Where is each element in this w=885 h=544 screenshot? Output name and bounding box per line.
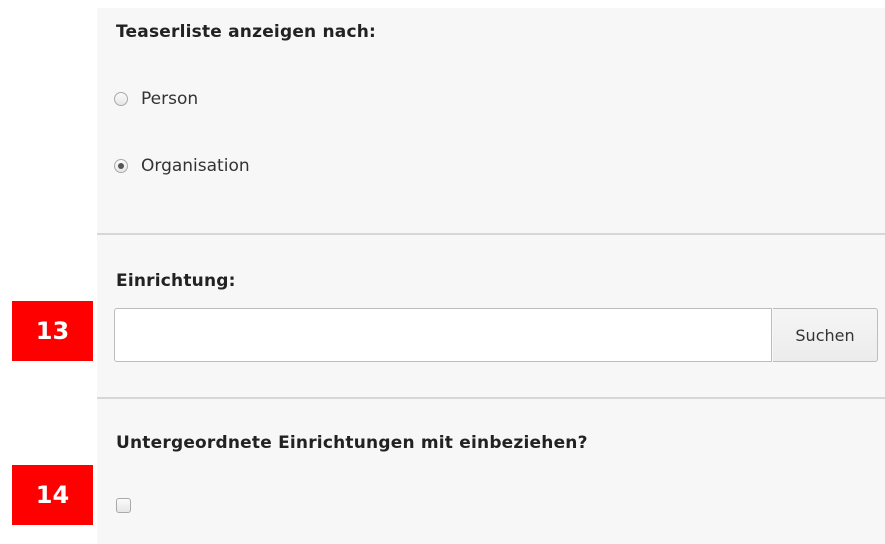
radio-organisation-label: Organisation xyxy=(141,156,250,176)
display-by-label: Teaserliste anzeigen nach: xyxy=(116,22,377,42)
divider xyxy=(97,233,885,235)
subordinate-label: Untergeordnete Einrichtungen mit einbezi… xyxy=(116,433,588,453)
divider xyxy=(97,397,885,399)
search-button[interactable]: Suchen xyxy=(773,308,878,362)
annotation-badge-13: 13 xyxy=(12,301,93,361)
institution-label: Einrichtung: xyxy=(116,271,236,291)
radio-person-button[interactable] xyxy=(114,92,128,106)
form-panel: Teaserliste anzeigen nach: Person Organi… xyxy=(97,8,885,544)
institution-input[interactable] xyxy=(114,308,772,362)
annotation-badge-14: 14 xyxy=(12,465,93,525)
radio-person[interactable]: Person xyxy=(114,87,198,111)
radio-person-label: Person xyxy=(141,89,199,109)
radio-organisation[interactable]: Organisation xyxy=(114,154,250,178)
radio-organisation-button[interactable] xyxy=(114,159,128,173)
subordinate-checkbox[interactable] xyxy=(116,498,131,513)
